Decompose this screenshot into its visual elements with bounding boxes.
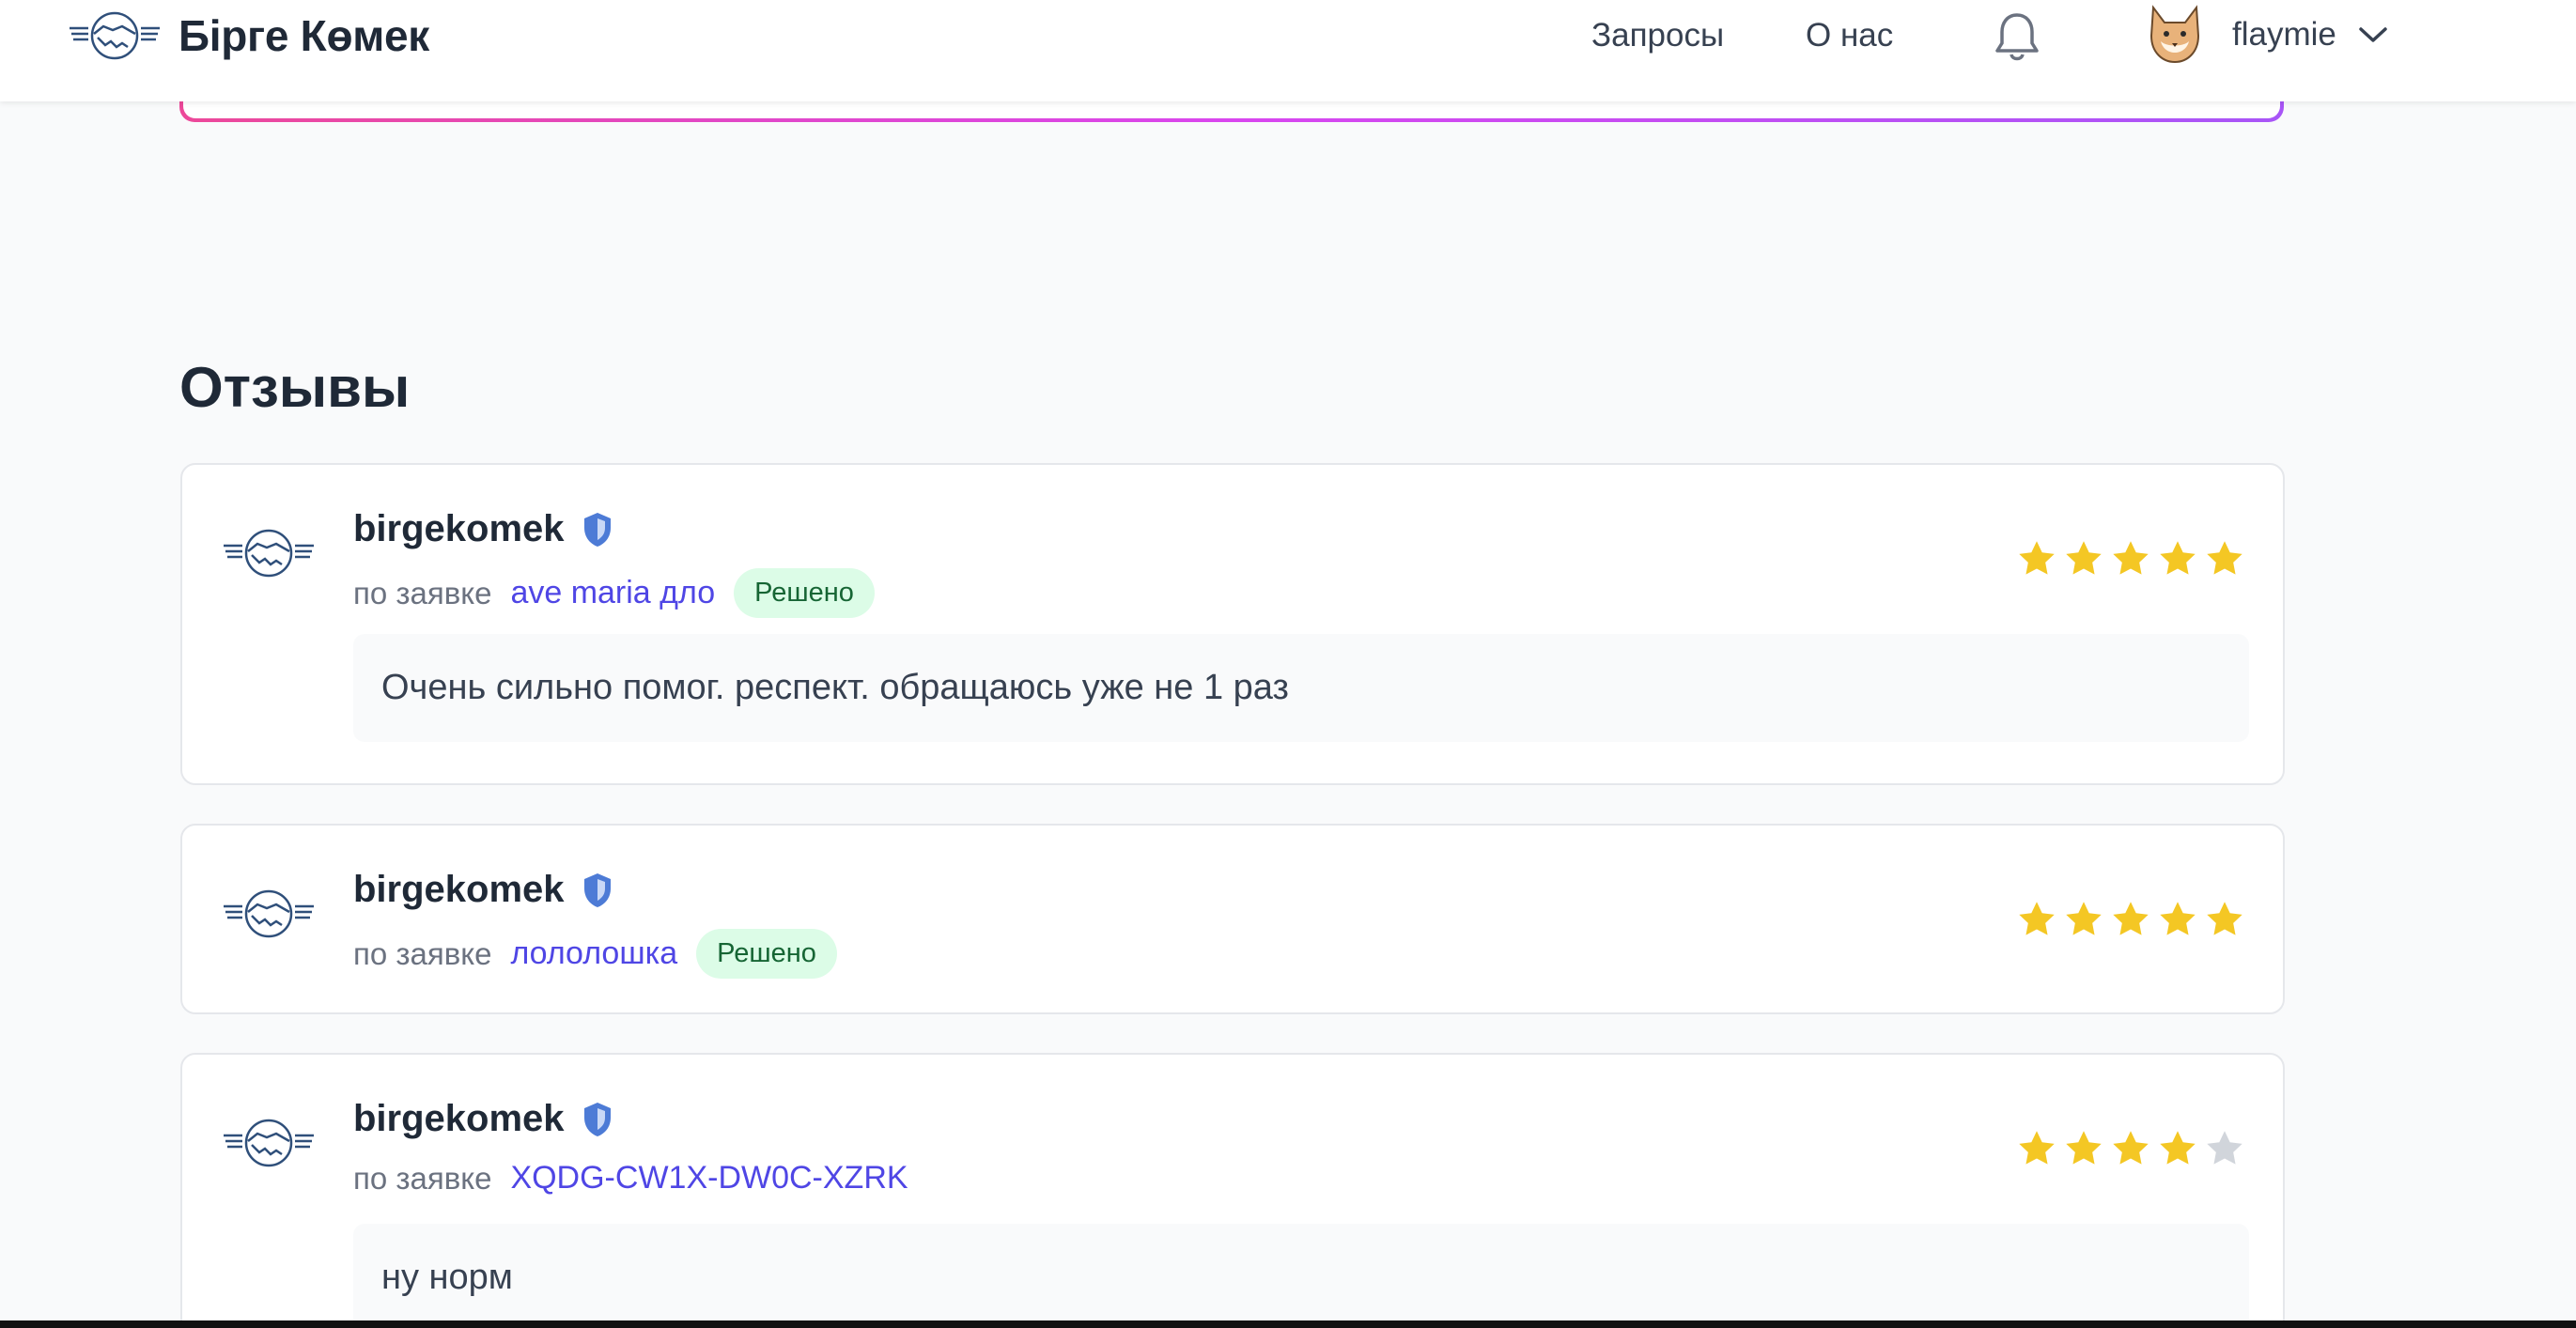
request-prefix: по заявке bbox=[353, 935, 492, 971]
star-icon bbox=[2019, 902, 2055, 935]
star-icon bbox=[2066, 1131, 2102, 1165]
star-icon bbox=[2160, 1131, 2196, 1165]
rating-stars bbox=[2016, 899, 2245, 940]
bell-icon[interactable] bbox=[1990, 9, 2044, 66]
star-icon bbox=[2207, 902, 2242, 935]
request-link[interactable]: ave maria дло bbox=[510, 575, 715, 611]
handshake-logo-icon bbox=[70, 11, 160, 60]
star-icon bbox=[2207, 541, 2242, 575]
handshake-logo-icon bbox=[224, 889, 314, 938]
star-icon bbox=[2019, 1131, 2055, 1165]
review-card: birgekomek по заявке XQDG-CW1X-DW0C-XZRK… bbox=[180, 1053, 2285, 1328]
verified-shield-icon bbox=[583, 872, 611, 907]
request-link[interactable]: XQDG-CW1X-DW0C-XZRK bbox=[510, 1160, 908, 1197]
request-prefix: по заявке bbox=[353, 1160, 492, 1196]
reviewer-name: birgekomek bbox=[353, 508, 565, 549]
rating-stars bbox=[2016, 538, 2245, 579]
verified-shield-icon bbox=[583, 1102, 611, 1136]
star-icon bbox=[2113, 1131, 2149, 1165]
review-meta: по заявке лололошка Решено bbox=[353, 929, 837, 979]
star-icon bbox=[2066, 541, 2102, 575]
window-bottom-edge bbox=[0, 1320, 2576, 1328]
review-comment: Очень сильно помог. респект. обращаюсь у… bbox=[353, 634, 2249, 742]
reviewer-name: birgekomek bbox=[353, 869, 565, 910]
brand-name: Бірге Көмек bbox=[178, 11, 429, 60]
review-meta: по заявке XQDG-CW1X-DW0C-XZRK bbox=[353, 1160, 908, 1197]
nav-about[interactable]: О нас bbox=[1806, 17, 1893, 54]
review-card: birgekomek по заявке лололошка Решено bbox=[180, 824, 2285, 1014]
top-navbar: Бірге Көмек Запросы О нас flaymie bbox=[0, 0, 2576, 101]
star-icon bbox=[2113, 541, 2149, 575]
brand[interactable]: Бірге Көмек bbox=[70, 2, 429, 69]
reviewer: birgekomek bbox=[353, 869, 613, 911]
star-icon bbox=[2160, 902, 2196, 935]
handshake-logo-icon bbox=[224, 1119, 314, 1167]
star-icon bbox=[2160, 541, 2196, 575]
handshake-logo-icon bbox=[224, 529, 314, 578]
avatar bbox=[2149, 5, 2200, 64]
star-icon bbox=[2207, 1131, 2242, 1165]
request-link[interactable]: лололошка bbox=[510, 935, 677, 972]
rating-stars bbox=[2016, 1128, 2245, 1169]
status-badge: Решено bbox=[696, 929, 837, 979]
reviewer-name: birgekomek bbox=[353, 1098, 565, 1139]
reviews-heading: Отзывы bbox=[179, 356, 411, 419]
star-icon bbox=[2019, 541, 2055, 575]
request-prefix: по заявке bbox=[353, 575, 492, 610]
reviewer: birgekomek bbox=[353, 508, 613, 550]
username: flaymie bbox=[2232, 16, 2336, 53]
verified-shield-icon bbox=[583, 512, 611, 547]
review-card: birgekomek по заявке ave maria дло Решен… bbox=[180, 463, 2285, 785]
star-icon bbox=[2066, 902, 2102, 935]
review-comment: ну норм bbox=[353, 1224, 2249, 1328]
nav-requests[interactable]: Запросы bbox=[1591, 17, 1724, 54]
chevron-down-icon bbox=[2359, 27, 2387, 42]
user-menu[interactable]: flaymie bbox=[2146, 4, 2389, 66]
reviewer: birgekomek bbox=[353, 1098, 613, 1140]
status-badge: Решено bbox=[734, 568, 875, 618]
star-icon bbox=[2113, 902, 2149, 935]
review-meta: по заявке ave maria дло Решено bbox=[353, 568, 875, 618]
